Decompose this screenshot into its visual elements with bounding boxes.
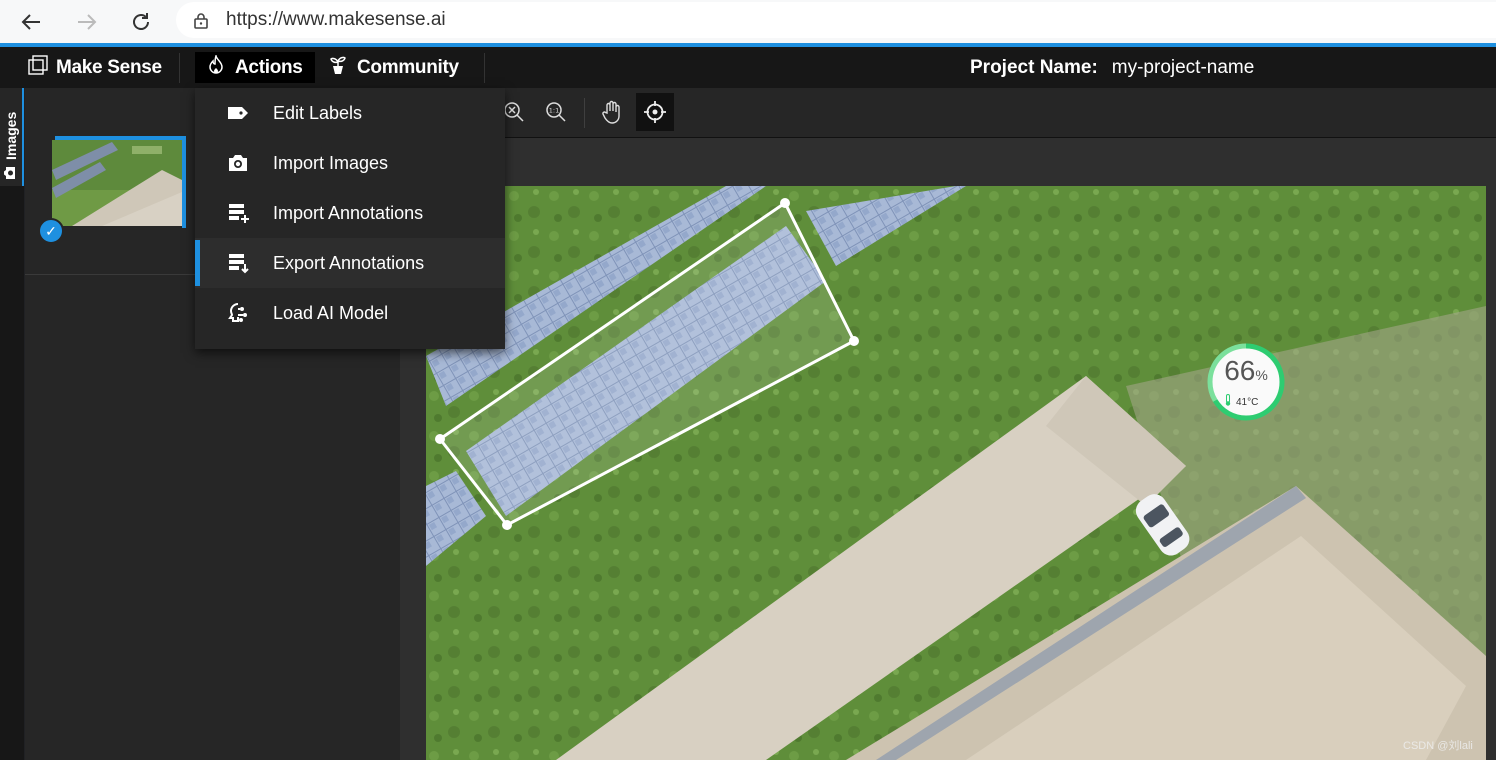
project-name-label: Project Name: <box>970 56 1098 78</box>
zoom-actual-size-icon[interactable]: 1:1 <box>537 93 575 131</box>
system-monitor-widget[interactable]: 66% 41°C <box>1206 341 1286 423</box>
community-menu-button[interactable]: Community <box>317 52 471 83</box>
svg-text:1:1: 1:1 <box>549 107 559 115</box>
forward-arrow-icon[interactable] <box>70 5 104 39</box>
thumbnail-selected-border <box>55 136 186 228</box>
brand[interactable]: Make Sense <box>28 47 162 88</box>
app-topbar: Make Sense Actions Community Project Nam… <box>0 47 1496 88</box>
reload-icon[interactable] <box>124 5 158 39</box>
thermometer-icon <box>1224 393 1232 411</box>
community-label: Community <box>357 56 459 78</box>
images-tab-label: Images <box>3 111 19 160</box>
menu-item-label: Import Annotations <box>273 202 424 223</box>
fire-icon <box>207 53 225 80</box>
percent-value: 66 <box>1224 355 1256 386</box>
browser-toolbar: https://www.makesense.ai <box>0 0 1496 43</box>
watermark: CSDN @刘lali <box>1403 740 1473 752</box>
brand-label: Make Sense <box>56 56 162 78</box>
menu-item-edit-labels[interactable]: Edit Labels <box>195 88 505 138</box>
lock-icon <box>194 12 208 29</box>
list-export-icon <box>226 251 250 275</box>
editor-toolbar: 1:1 <box>400 88 1496 138</box>
menu-item-label: Edit Labels <box>273 102 363 123</box>
menu-item-export-annotations[interactable]: Export Annotations <box>195 238 505 288</box>
menu-item-import-annotations[interactable]: Import Annotations <box>195 188 505 238</box>
menu-item-import-images[interactable]: Import Images <box>195 138 505 188</box>
toolbar-divider <box>584 98 585 128</box>
images-tab[interactable]: Images <box>0 88 24 186</box>
url-text: https://www.makesense.ai <box>226 9 446 30</box>
list-add-icon <box>226 201 250 225</box>
back-arrow-icon[interactable] <box>14 5 48 39</box>
plant-icon <box>329 55 347 80</box>
crosshair-icon[interactable] <box>636 93 674 131</box>
aerial-image-canvas[interactable] <box>426 186 1486 760</box>
check-icon: ✓ <box>38 218 64 244</box>
project-name: Project Name: my-project-name <box>970 47 1254 88</box>
menu-item-label: Load AI Model <box>273 302 389 323</box>
actions-dropdown-menu: Edit Labels Import Images Import Annotat… <box>195 88 505 349</box>
ai-brain-icon <box>226 301 250 325</box>
image-thumbnail[interactable]: ✓ <box>38 136 186 244</box>
temperature-value: 41°C <box>1236 396 1259 408</box>
camera-icon <box>226 151 250 175</box>
actions-label: Actions <box>235 56 303 78</box>
tag-icon <box>226 101 250 125</box>
nav-divider <box>484 53 485 83</box>
nav-divider <box>179 53 180 83</box>
menu-item-load-ai-model[interactable]: Load AI Model <box>195 288 505 338</box>
hand-pan-icon[interactable] <box>593 93 631 131</box>
camera-icon <box>3 166 19 180</box>
percent-unit: % <box>1255 367 1268 383</box>
logo-icon <box>28 55 48 80</box>
address-bar[interactable]: https://www.makesense.ai <box>176 2 1496 38</box>
actions-menu-button[interactable]: Actions <box>195 52 315 83</box>
project-name-value[interactable]: my-project-name <box>1112 57 1255 79</box>
menu-item-label: Export Annotations <box>273 252 425 273</box>
side-tabs: Images <box>0 88 24 760</box>
menu-item-label: Import Images <box>273 152 389 173</box>
